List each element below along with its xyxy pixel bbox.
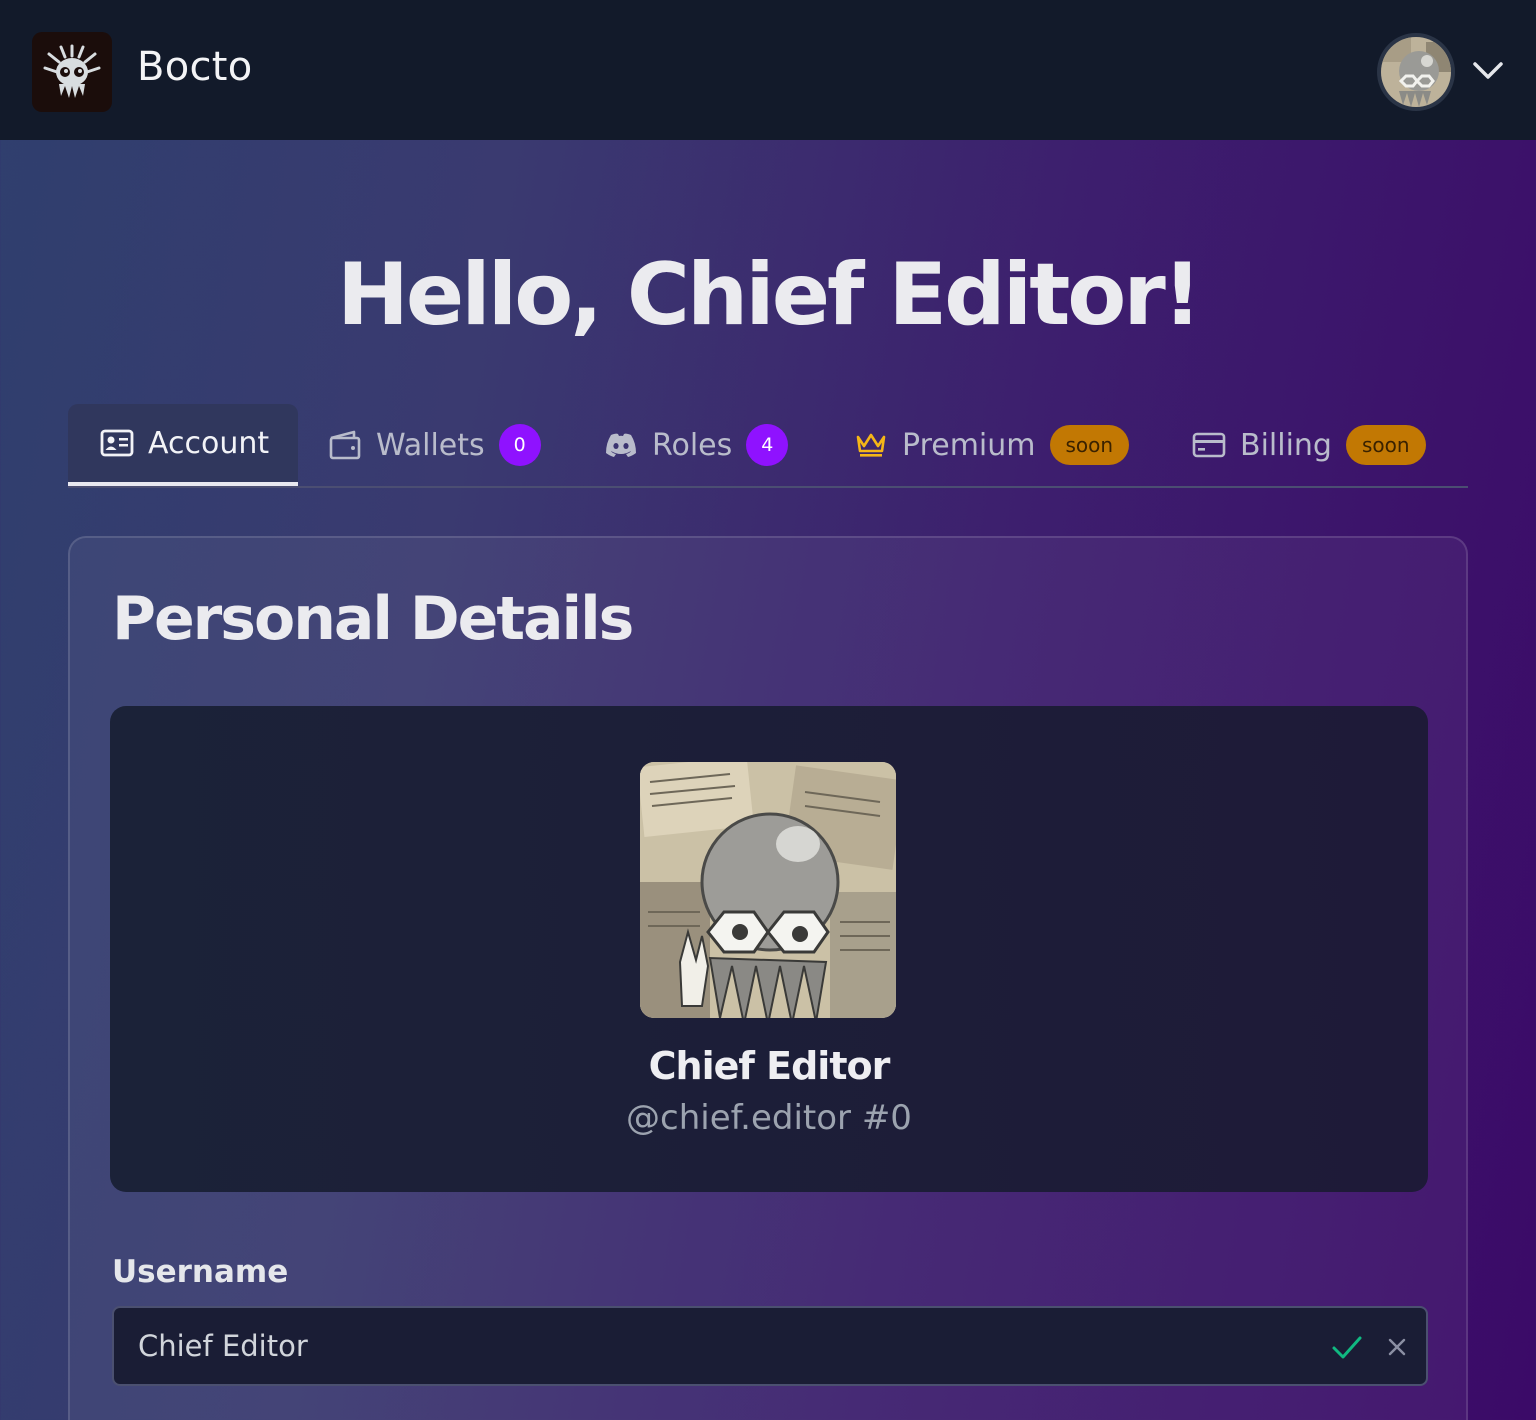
tab-billing-label: Billing (1240, 427, 1332, 463)
tab-roles-label: Roles (652, 427, 733, 463)
tab-account-label: Account (148, 425, 270, 461)
check-icon[interactable] (1330, 1330, 1364, 1364)
tab-roles[interactable]: Roles 4 (604, 404, 789, 486)
chevron-down-icon[interactable] (1470, 56, 1506, 86)
profile-summary: Chief Editor @chief.editor #0 (110, 706, 1428, 1192)
tab-premium-label: Premium (902, 427, 1036, 463)
tab-wallets-label: Wallets (376, 427, 485, 463)
page-greeting: Hello, Chief Editor! (336, 245, 1202, 345)
billing-soon-badge: soon (1345, 425, 1426, 465)
close-icon[interactable] (1384, 1334, 1410, 1360)
wallets-count-badge: 0 (498, 424, 541, 466)
id-card-icon (100, 426, 134, 460)
wallet-icon (328, 428, 362, 462)
username-input[interactable] (138, 1308, 1288, 1384)
tab-bar: Account Wallets 0 Roles 4 Premium soon B… (68, 404, 1468, 488)
personal-details-card: Personal Details Chief Editor @chief.edi… (68, 536, 1468, 1420)
section-title: Personal Details (112, 584, 634, 654)
user-avatar[interactable] (1377, 33, 1455, 111)
crown-icon (854, 428, 888, 462)
octopus-logo-icon[interactable] (32, 32, 112, 112)
tab-wallets[interactable]: Wallets 0 (328, 404, 541, 486)
username-field (112, 1306, 1428, 1386)
profile-display-name: Chief Editor (648, 1044, 891, 1088)
premium-soon-badge: soon (1049, 425, 1130, 465)
tab-billing[interactable]: Billing soon (1192, 404, 1426, 486)
roles-count-badge: 4 (746, 424, 789, 466)
tab-premium[interactable]: Premium soon (854, 404, 1130, 486)
top-navbar: Bocto (0, 0, 1536, 140)
tab-account[interactable]: Account (68, 404, 298, 486)
discord-icon (604, 428, 638, 462)
username-label: Username (112, 1254, 289, 1290)
profile-avatar (640, 762, 896, 1018)
brand-name[interactable]: Bocto (137, 44, 253, 90)
credit-card-icon (1192, 428, 1226, 462)
profile-handle: @chief.editor #0 (626, 1098, 912, 1138)
